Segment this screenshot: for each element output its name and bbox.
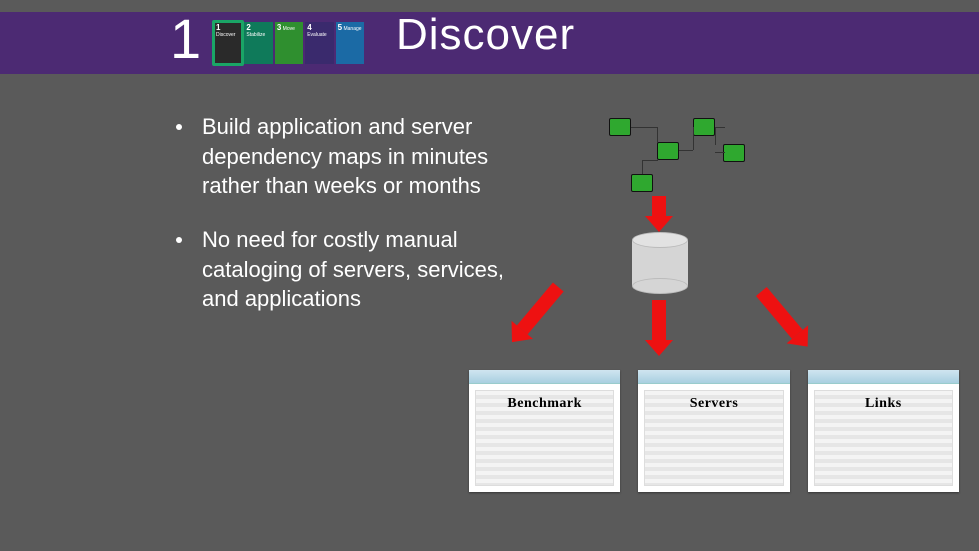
tile-4-evaluate: 4 Evaluate bbox=[305, 22, 333, 64]
server-node-icon bbox=[609, 118, 631, 136]
report-label: Servers bbox=[638, 396, 789, 412]
tile-3-move: 3 Move bbox=[275, 22, 303, 64]
server-node-icon bbox=[631, 174, 653, 192]
window-titlebar bbox=[808, 370, 959, 384]
database-icon bbox=[632, 232, 688, 294]
tile-2-stabilize: 2 Stabilize bbox=[244, 22, 272, 64]
bullet-icon bbox=[176, 237, 182, 243]
bullet-icon bbox=[176, 124, 182, 130]
bullet-item: No need for costly manual cataloging of … bbox=[176, 225, 516, 314]
arrow-diagonal-right-icon bbox=[756, 283, 818, 352]
report-servers: Servers bbox=[638, 370, 789, 492]
page-title: Discover bbox=[396, 10, 575, 60]
current-step-highlight bbox=[212, 20, 244, 66]
arrow-down-icon bbox=[652, 300, 673, 356]
tile-5-manage: 5 Manage bbox=[336, 22, 364, 64]
server-node-icon bbox=[657, 142, 679, 160]
bullet-list: Build application and server dependency … bbox=[176, 112, 516, 338]
window-titlebar bbox=[638, 370, 789, 384]
server-node-icon bbox=[693, 118, 715, 136]
window-titlebar bbox=[469, 370, 620, 384]
step-number: 1 bbox=[170, 6, 201, 71]
report-links: Links bbox=[808, 370, 959, 492]
server-node-icon bbox=[723, 144, 745, 162]
report-label: Benchmark bbox=[469, 396, 620, 412]
dependency-map-diagram bbox=[595, 106, 760, 196]
bullet-text: No need for costly manual cataloging of … bbox=[202, 225, 516, 314]
output-reports: Benchmark Servers Links bbox=[469, 370, 959, 500]
arrow-down-icon bbox=[652, 196, 673, 232]
report-label: Links bbox=[808, 396, 959, 412]
bullet-text: Build application and server dependency … bbox=[202, 112, 516, 201]
slide: 1 1 Discover 2 Stabilize 3 Move 4 Evalua… bbox=[0, 0, 979, 551]
report-benchmark: Benchmark bbox=[469, 370, 620, 492]
bullet-item: Build application and server dependency … bbox=[176, 112, 516, 201]
